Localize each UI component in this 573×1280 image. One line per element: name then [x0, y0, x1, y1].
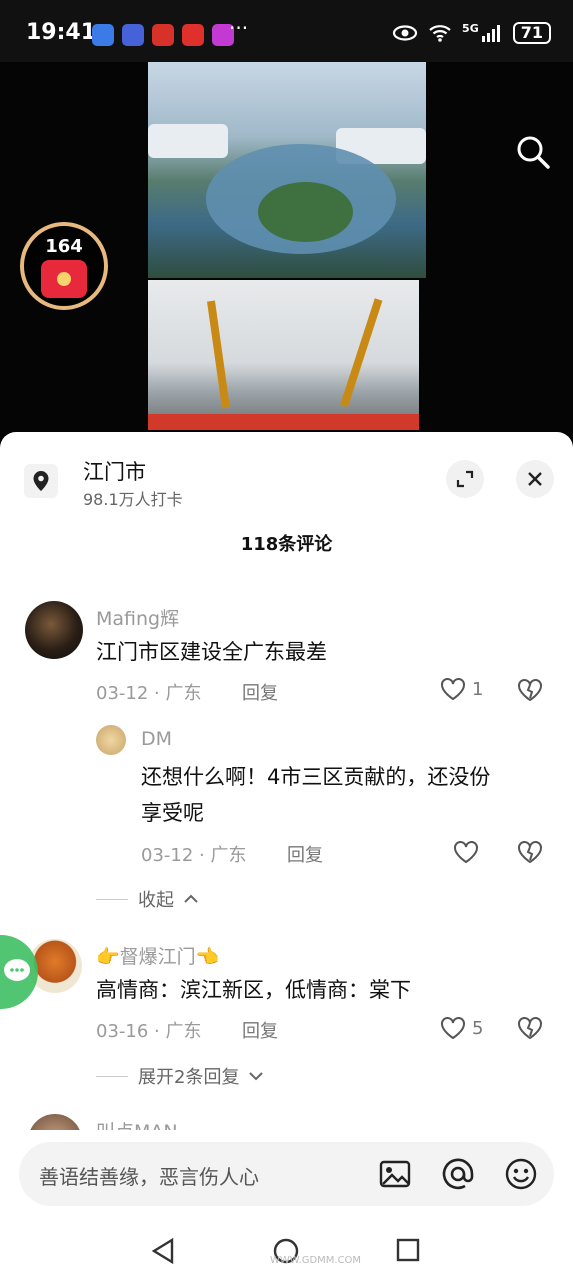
- emoji-icon[interactable]: [504, 1157, 538, 1191]
- reply-date: 03-12 · 广东: [141, 845, 247, 866]
- battery-indicator: 71: [512, 22, 551, 44]
- close-icon: [528, 472, 542, 486]
- status-more: ···: [229, 16, 249, 40]
- avatar[interactable]: [96, 725, 126, 755]
- comment-sheet: 江门市 98.1万人打卡 118条评论 Mafing辉 江门市区建设全广东最差 …: [0, 432, 573, 1280]
- broken-heart-icon[interactable]: [517, 678, 543, 702]
- back-icon[interactable]: [150, 1237, 176, 1265]
- app-icon-3: [152, 24, 174, 46]
- notification-icons: [92, 24, 234, 46]
- wifi-icon: [429, 25, 451, 42]
- heart-icon: [441, 1017, 465, 1040]
- comment-username[interactable]: Mafing辉: [96, 604, 179, 631]
- mention-icon[interactable]: [441, 1157, 475, 1191]
- app-icon-4: [182, 24, 204, 46]
- red-packet-count: 164: [45, 236, 83, 257]
- like-button[interactable]: 1: [440, 677, 483, 701]
- app-icon-1: [92, 24, 114, 46]
- chevron-up-icon: [184, 894, 198, 903]
- red-packet-widget[interactable]: 164: [20, 222, 108, 310]
- location-name[interactable]: 江门市: [83, 456, 146, 486]
- location-pin-icon[interactable]: [24, 464, 58, 498]
- reply-text-line2[interactable]: 享受呢: [141, 794, 204, 832]
- heart-icon[interactable]: [453, 840, 479, 864]
- broken-heart-icon[interactable]: [517, 840, 543, 864]
- reply-button[interactable]: 回复: [287, 841, 323, 867]
- collapse-label: 收起: [138, 890, 174, 911]
- expand-button[interactable]: [446, 460, 484, 498]
- construction-photo: [148, 280, 419, 430]
- reply-username[interactable]: DM: [141, 728, 172, 750]
- like-count: 5: [472, 1017, 484, 1039]
- rendering-image: [148, 62, 426, 278]
- chat-bubble-icon: [4, 959, 30, 981]
- comment-username[interactable]: 👉督爆江门👈: [96, 942, 219, 969]
- system-nav-bar: WWW.GDMM.COM: [0, 1217, 573, 1280]
- avatar[interactable]: [25, 601, 83, 659]
- close-button[interactable]: [516, 460, 554, 498]
- watermark: WWW.GDMM.COM: [270, 1255, 362, 1266]
- reply-button[interactable]: 回复: [242, 1017, 278, 1043]
- comment-date: 03-16 · 广东: [96, 1021, 202, 1042]
- collapse-replies-button[interactable]: 收起: [96, 886, 198, 912]
- comment-text[interactable]: 江门市区建设全广东最差: [96, 633, 327, 671]
- red-packet-icon: [41, 260, 87, 298]
- location-checkins: 98.1万人打卡: [83, 490, 183, 509]
- app-icon-2: [122, 24, 144, 46]
- comment-date: 03-12 · 广东: [96, 683, 202, 704]
- comment-input-bar[interactable]: 善语结善缘，恶言伤人心: [19, 1142, 554, 1206]
- status-bar: 19:41 ··· 5G 71: [0, 0, 573, 62]
- comments-count: 118条评论: [240, 534, 333, 555]
- expand-label: 展开2条回复: [138, 1067, 240, 1088]
- like-button[interactable]: 5: [440, 1016, 483, 1040]
- chevron-down-icon: [249, 1072, 264, 1081]
- comment-text[interactable]: 高情商：滨江新区，低情商：棠下: [96, 971, 411, 1009]
- reply-text-line1[interactable]: 还想什么啊！4市三区贡献的，还没份: [141, 758, 490, 796]
- network-type: 5G: [462, 21, 479, 35]
- like-count: 1: [472, 678, 484, 700]
- video-player[interactable]: 164: [0, 62, 573, 442]
- signal-icon: [481, 25, 500, 42]
- reply-button[interactable]: 回复: [242, 679, 278, 705]
- heart-icon: [441, 678, 465, 701]
- eye-icon: [392, 25, 418, 41]
- search-icon[interactable]: [515, 134, 551, 170]
- recents-icon[interactable]: [396, 1238, 420, 1262]
- image-icon[interactable]: [378, 1157, 412, 1191]
- status-time: 19:41: [26, 20, 97, 45]
- broken-heart-icon[interactable]: [517, 1016, 543, 1040]
- expand-replies-button[interactable]: 展开2条回复: [96, 1063, 264, 1089]
- comment-input[interactable]: 善语结善缘，恶言伤人心: [39, 1161, 259, 1190]
- expand-icon: [456, 470, 474, 488]
